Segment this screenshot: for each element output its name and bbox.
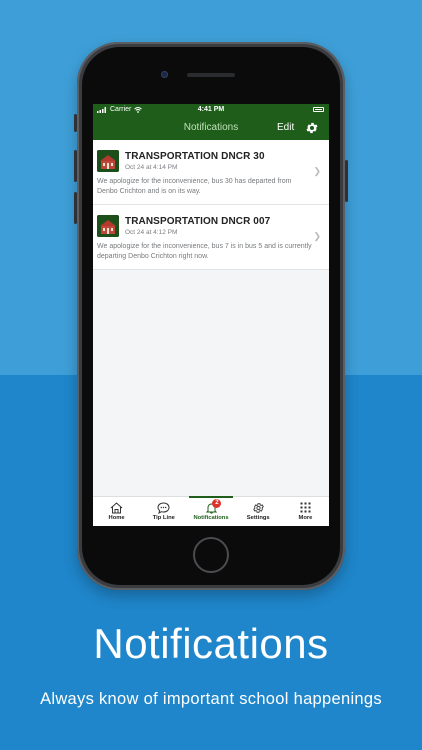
- tab-label: More: [298, 515, 313, 521]
- phone-volume-up: [74, 150, 77, 182]
- edit-button[interactable]: Edit: [277, 122, 294, 133]
- notification-time: Oct 24 at 4:14 PM: [125, 164, 178, 171]
- nav-bar: Notifications Edit: [93, 116, 329, 140]
- notification-item[interactable]: TRANSPORTATION DNCR 30 Oct 24 at 4:14 PM…: [93, 140, 329, 205]
- tab-more[interactable]: More: [282, 497, 329, 526]
- school-logo-icon: [97, 150, 119, 172]
- notification-body: We apologize for the inconvenience, bus …: [97, 243, 312, 260]
- home-button[interactable]: [193, 537, 229, 573]
- notification-list: TRANSPORTATION DNCR 30 Oct 24 at 4:14 PM…: [93, 140, 329, 270]
- battery-icon: [313, 107, 324, 112]
- tab-label: Notifications: [193, 515, 229, 521]
- tab-settings[interactable]: Settings: [235, 497, 282, 526]
- tab-bar: Home Tip Line 2 Notifications Settings M…: [93, 496, 329, 526]
- tab-label: Tip Line: [152, 515, 175, 521]
- chevron-right-icon: ❯: [313, 166, 321, 176]
- tab-label: Settings: [246, 515, 270, 521]
- school-logo-icon: [97, 215, 119, 237]
- notification-body: We apologize for the inconvenience, bus …: [97, 178, 292, 195]
- tab-notifications[interactable]: 2 Notifications: [187, 496, 234, 526]
- gear-icon: [252, 503, 264, 513]
- chat-bubble-icon: [157, 502, 170, 514]
- chevron-right-icon: ❯: [313, 231, 321, 241]
- phone-power-button: [345, 160, 348, 202]
- earpiece-speaker: [187, 73, 235, 77]
- front-camera: [161, 71, 168, 78]
- tab-tip-line[interactable]: Tip Line: [140, 497, 187, 526]
- status-time: 4:41 PM: [197, 106, 225, 113]
- home-icon: [110, 502, 123, 514]
- app-screen: Carrier 4:41 PM Notifications Edit TRANS…: [93, 104, 329, 526]
- tab-label: Home: [108, 515, 125, 521]
- caption-title: Notifications: [93, 620, 329, 667]
- settings-gear-icon[interactable]: [305, 121, 319, 135]
- grid-icon: [300, 502, 311, 513]
- phone-mute-switch: [74, 114, 77, 132]
- status-bar: Carrier 4:41 PM: [93, 104, 329, 116]
- caption-subtitle: Always know of important school happenin…: [40, 690, 382, 708]
- notification-title: TRANSPORTATION DNCR 007: [125, 216, 271, 227]
- tab-home[interactable]: Home: [93, 497, 140, 526]
- notification-title: TRANSPORTATION DNCR 30: [125, 151, 265, 162]
- notification-item[interactable]: TRANSPORTATION DNCR 007 Oct 24 at 4:12 P…: [93, 205, 329, 270]
- phone-volume-down: [74, 192, 77, 224]
- notification-time: Oct 24 at 4:12 PM: [125, 229, 178, 236]
- notification-count-badge: 2: [212, 499, 222, 508]
